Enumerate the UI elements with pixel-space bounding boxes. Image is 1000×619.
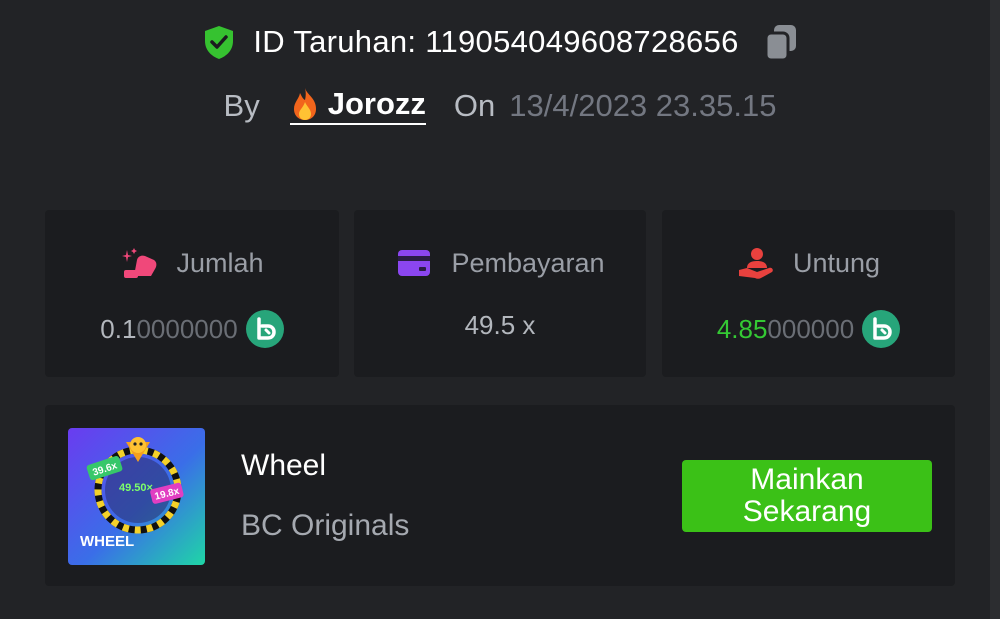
username: Jorozz [327, 86, 426, 121]
stat-label-payout: Pembayaran [451, 247, 605, 278]
copy-icon[interactable] [763, 22, 799, 62]
thumb-title: WHEEL [80, 533, 134, 550]
stat-card-payout: Pembayaran 49.5 x [354, 210, 646, 377]
payout-value: 49.5 x [464, 310, 536, 340]
profit-value-main: 4.85 [716, 313, 768, 344]
bet-date: 13/4/2023 23.35.15 [509, 87, 777, 123]
bet-meta-row: By Jorozz On 13/4/2023 23.35.15 [0, 86, 1000, 125]
game-provider: BC Originals [241, 509, 410, 542]
game-card: 49.50× 39.6x 19.8x WHEEL Wheel BC Origin… [45, 405, 955, 586]
shield-check-icon [205, 26, 234, 59]
amount-value-zeros: 0000000 [136, 313, 238, 344]
user-link[interactable]: Jorozz [289, 86, 426, 125]
profit-value-zeros: 000000 [767, 313, 855, 344]
stat-label-profit: Untung [792, 247, 881, 278]
play-now-button[interactable]: Mainkan Sekarang [682, 460, 932, 532]
thumb-mult-center: 49.50× [119, 482, 153, 494]
bet-id: ID Taruhan: 119054049608728656 [253, 24, 739, 59]
card-icon [398, 250, 431, 276]
money-hand-icon [122, 248, 157, 278]
stat-value-profit: 4.85 000000 [662, 310, 955, 348]
on-label: On [453, 87, 496, 123]
bc-coin-icon [862, 310, 901, 348]
stat-value-payout: 49.5 x [354, 310, 646, 341]
profit-hand-icon [738, 248, 773, 279]
bc-coin-icon [245, 310, 284, 348]
stat-card-profit: Untung 4.85 000000 [662, 210, 955, 377]
stat-value-amount: 0.1 0000000 [45, 310, 339, 348]
stat-label-amount: Jumlah [176, 247, 264, 278]
amount-value-main: 0.1 [100, 313, 137, 344]
game-title: Wheel [241, 449, 327, 482]
stat-card-amount: Jumlah 0.1 0000000 [45, 210, 339, 377]
bet-id-row: ID Taruhan: 119054049608728656 [0, 22, 1000, 62]
game-thumbnail[interactable]: 49.50× 39.6x 19.8x WHEEL [68, 428, 205, 565]
wheel-game-art: 49.50× 39.6x 19.8x WHEEL [68, 428, 205, 565]
by-label: By [223, 87, 260, 123]
fire-icon [293, 88, 316, 120]
